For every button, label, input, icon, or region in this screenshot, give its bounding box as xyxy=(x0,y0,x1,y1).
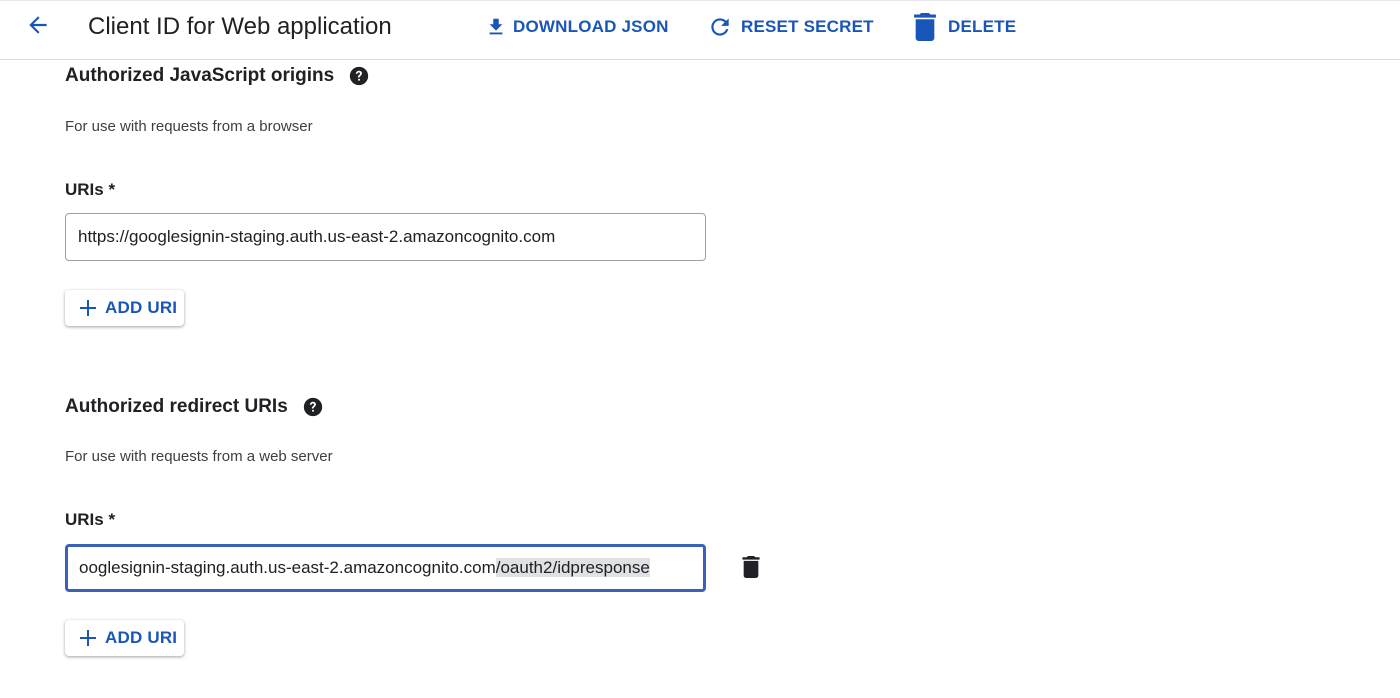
js-origins-uris-label: URIs * xyxy=(65,180,116,199)
add-uri-label: ADD URI xyxy=(105,628,178,647)
redirect-uri-visible-text: ooglesignin-staging.auth.us-east-2.amazo… xyxy=(79,558,496,577)
add-js-origin-uri-button[interactable]: ADD URI xyxy=(65,290,184,326)
redirect-uri-value: ooglesignin-staging.auth.us-east-2.amazo… xyxy=(79,558,650,578)
help-icon[interactable] xyxy=(348,65,370,87)
page: Client ID for Web application DOWNLOAD J… xyxy=(0,0,1400,698)
redirect-uris-label: URIs * xyxy=(65,510,116,529)
js-origin-uri-value: https://googlesignin-staging.auth.us-eas… xyxy=(78,227,556,246)
arrow-left-icon xyxy=(25,12,51,43)
plus-icon xyxy=(79,299,97,317)
delete-label: DELETE xyxy=(948,17,1017,36)
back-button[interactable] xyxy=(20,9,56,45)
redirect-uris-description: For use with requests from a web server xyxy=(65,448,333,465)
add-uri-label: ADD URI xyxy=(105,298,178,317)
help-icon[interactable] xyxy=(302,396,324,418)
download-icon xyxy=(485,16,507,38)
delete-redirect-uri-button[interactable] xyxy=(738,555,764,583)
reset-secret-label: RESET SECRET xyxy=(741,17,874,36)
download-json-button[interactable]: DOWNLOAD JSON xyxy=(485,11,669,43)
trash-icon xyxy=(914,13,936,41)
refresh-icon xyxy=(707,14,733,40)
header-bar: Client ID for Web application DOWNLOAD J… xyxy=(0,0,1400,60)
js-origin-uri-input[interactable]: https://googlesignin-staging.auth.us-eas… xyxy=(65,213,706,261)
trash-icon xyxy=(742,555,760,583)
redirect-uri-input[interactable]: ooglesignin-staging.auth.us-east-2.amazo… xyxy=(65,544,706,592)
redirect-uris-title: Authorized redirect URIs xyxy=(65,396,288,417)
download-json-label: DOWNLOAD JSON xyxy=(513,17,669,36)
plus-icon xyxy=(79,629,97,647)
redirect-uris-section-title: Authorized redirect URIs xyxy=(65,396,324,418)
js-origins-description: For use with requests from a browser xyxy=(65,118,313,135)
reset-secret-button[interactable]: RESET SECRET xyxy=(707,11,874,43)
page-title: Client ID for Web application xyxy=(88,13,392,40)
redirect-uri-selected-text: /oauth2/idpresponse xyxy=(495,558,650,577)
delete-button[interactable]: DELETE xyxy=(914,11,1016,43)
js-origins-title: Authorized JavaScript origins xyxy=(65,65,335,86)
js-origins-section-title: Authorized JavaScript origins xyxy=(65,65,370,87)
add-redirect-uri-button[interactable]: ADD URI xyxy=(65,620,184,656)
